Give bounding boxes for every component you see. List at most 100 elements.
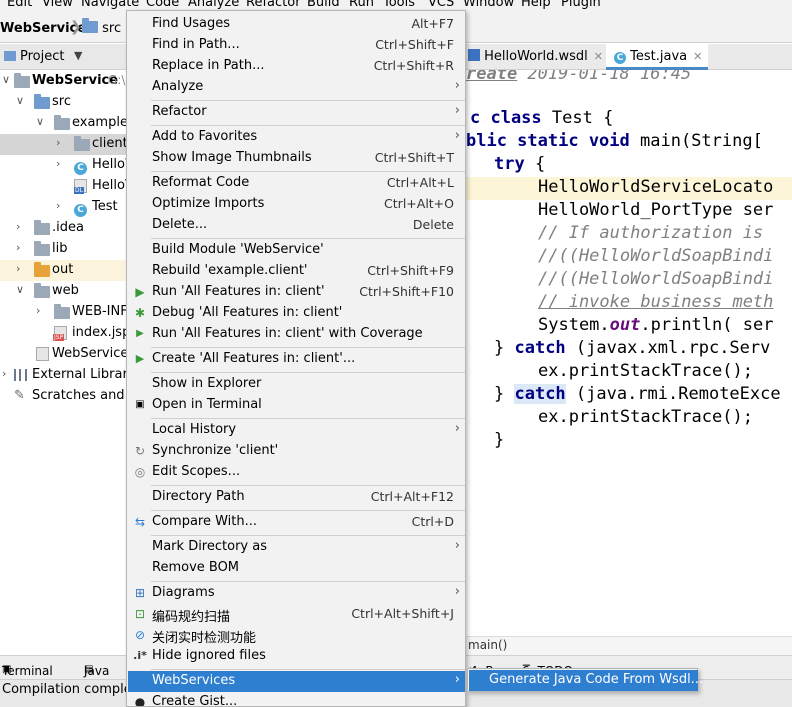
expand-down-icon[interactable]: ∨: [16, 283, 24, 296]
expand-right-icon[interactable]: ›: [2, 367, 6, 380]
expand-down-icon[interactable]: ∨: [36, 115, 44, 128]
menu-item-compare-with[interactable]: ⇆ Compare With... Ctrl+D: [128, 512, 465, 533]
tree-item-lib[interactable]: › lib: [0, 239, 126, 260]
menu-item-code-scan[interactable]: ⊡ 编码规约扫描 Ctrl+Alt+Shift+J: [128, 604, 465, 625]
webservices-submenu: Generate Java Code From Wsdl...: [467, 668, 703, 692]
menu-item-create-gist[interactable]: ● Create Gist...: [128, 692, 465, 707]
debug-icon: ✱: [134, 306, 146, 320]
menu-item-build-module[interactable]: Build Module 'WebService': [128, 240, 465, 261]
menu-analyze[interactable]: Analyze: [188, 0, 239, 10]
tree-item-web-inf[interactable]: › WEB-INF: [0, 302, 126, 323]
menu-plugin[interactable]: Plugin: [561, 0, 601, 10]
code-line: //((HelloWorldSoapBindi: [538, 246, 774, 266]
menu-separator: [151, 485, 465, 486]
menu-item-remove-bom[interactable]: Remove BOM: [128, 558, 465, 579]
menu-item-debug-all-features[interactable]: ✱ Debug 'All Features in: client': [128, 303, 465, 324]
tab-helloworld-wsdl[interactable]: HelloWorld.wsdl ✕: [468, 44, 603, 70]
menu-item-run-with-coverage[interactable]: ▶ Run 'All Features in: client' with Cove…: [128, 324, 465, 345]
project-panel-header: Project ▼: [0, 44, 126, 70]
expand-down-icon[interactable]: ∨: [16, 94, 24, 107]
close-icon[interactable]: ✕: [693, 50, 702, 63]
menu-vcs[interactable]: VCS: [428, 0, 454, 10]
menu-item-refactor[interactable]: Refactor ›: [128, 102, 465, 123]
context-menu: Find Usages Alt+F7 Find in Path... Ctrl+Sh…: [126, 10, 466, 707]
github-icon: ●: [134, 695, 146, 707]
submenu-arrow-icon: ›: [454, 103, 460, 118]
menu-navigate[interactable]: Navigate: [81, 0, 139, 10]
expand-right-icon[interactable]: ›: [56, 199, 60, 212]
project-panel-title[interactable]: Project: [20, 49, 64, 64]
tree-item-webservice[interactable]: ∨ WebService G:\: [0, 71, 126, 92]
menu-item-open-in-terminal[interactable]: ▣ Open in Terminal: [128, 395, 465, 416]
menu-item-show-in-explorer[interactable]: Show in Explorer: [128, 374, 465, 395]
menu-separator: [151, 347, 465, 348]
code-line: // If authorization is: [538, 223, 764, 243]
close-icon[interactable]: ✕: [594, 50, 603, 63]
package-icon: [74, 136, 90, 154]
code-line: blic static void main(String[: [466, 131, 763, 151]
dropdown-arrow-icon[interactable]: ▼: [74, 49, 82, 62]
menu-tools[interactable]: Tools: [383, 0, 415, 10]
tree-item-test[interactable]: › C Test: [0, 197, 126, 218]
menu-item-run-all-features[interactable]: ▶ Run 'All Features in: client' Ctrl+Shift…: [128, 282, 465, 303]
menu-item-add-to-favorites[interactable]: Add to Favorites ›: [128, 127, 465, 148]
menu-item-replace-in-path[interactable]: Replace in Path... Ctrl+Shift+R: [128, 56, 465, 77]
tree-item-hellov[interactable]: HelloV: [0, 176, 126, 197]
nav-src-folder[interactable]: src: [82, 18, 121, 36]
tree-item-webservice-iml[interactable]: WebService.i: [0, 344, 126, 365]
expand-right-icon[interactable]: ›: [16, 262, 20, 275]
menu-item-generate-java-code-from-wsdl[interactable]: Generate Java Code From Wsdl...: [469, 670, 703, 691]
tree-item-external-libraries[interactable]: › External Librarie: [0, 365, 126, 386]
tree-item-web[interactable]: ∨ web: [0, 281, 126, 302]
expand-right-icon[interactable]: ›: [56, 136, 60, 149]
tree-item-client[interactable]: › client: [0, 134, 126, 155]
menu-item-create-config[interactable]: ▶ Create 'All Features in: client'...: [128, 349, 465, 370]
ignored-icon: .i*: [133, 649, 147, 662]
project-icon: [4, 51, 16, 61]
menu-item-mark-directory-as[interactable]: Mark Directory as ›: [128, 537, 465, 558]
tree-item-src[interactable]: ∨ src: [0, 92, 126, 113]
menu-window[interactable]: Window: [463, 0, 514, 10]
menu-item-find-usages[interactable]: Find Usages Alt+F7: [128, 14, 465, 35]
menu-item-optimize-imports[interactable]: Optimize Imports Ctrl+Alt+O: [128, 194, 465, 215]
menu-item-directory-path[interactable]: Directory Path Ctrl+Alt+F12: [128, 487, 465, 508]
menu-edit[interactable]: Edit: [7, 0, 32, 10]
code-line: ex.printStackTrace();: [538, 407, 753, 427]
expand-right-icon[interactable]: ›: [16, 241, 20, 254]
tree-item-out[interactable]: › out: [0, 260, 126, 281]
menu-item-reformat-code[interactable]: Reformat Code Ctrl+Alt+L: [128, 173, 465, 194]
tab-test-java[interactable]: C Test.java ✕: [606, 44, 708, 70]
menu-item-show-image-thumbnails[interactable]: Show Image Thumbnails Ctrl+Shift+T: [128, 148, 465, 169]
menu-item-webservices[interactable]: WebServices ›: [128, 671, 465, 692]
tree-item-scratches[interactable]: ✎ Scratches and C: [0, 386, 126, 407]
submenu-arrow-icon: ›: [454, 78, 460, 93]
tree-item-idea[interactable]: › .idea: [0, 218, 126, 239]
expand-right-icon[interactable]: ›: [36, 304, 40, 317]
menu-item-local-history[interactable]: Local History ›: [128, 420, 465, 441]
submenu-arrow-icon: ›: [454, 584, 460, 599]
menu-refactor[interactable]: Refactor: [246, 0, 301, 10]
menu-item-analyze[interactable]: Analyze ›: [128, 77, 465, 98]
expand-right-icon[interactable]: ›: [56, 157, 60, 170]
tree-item-example[interactable]: ∨ example: [0, 113, 126, 134]
menu-help[interactable]: Help: [521, 0, 551, 10]
expand-down-icon[interactable]: ∨: [2, 73, 10, 86]
menu-view[interactable]: View: [42, 0, 73, 10]
editor-breadcrumb[interactable]: main(): [466, 636, 792, 655]
code-editor[interactable]: reate 2019-01-18 16:45 c class Test { bl…: [466, 70, 792, 636]
expand-right-icon[interactable]: ›: [16, 220, 20, 233]
menu-item-disable-realtime-check[interactable]: ⊘ 关闭实时检测功能: [128, 625, 465, 646]
menu-build[interactable]: Build: [307, 0, 340, 10]
menu-code[interactable]: Code: [146, 0, 179, 10]
menu-item-rebuild[interactable]: Rebuild 'example.client' Ctrl+Shift+F9: [128, 261, 465, 282]
menu-item-edit-scopes[interactable]: ◎ Edit Scopes...: [128, 462, 465, 483]
menu-item-diagrams[interactable]: ⊞ Diagrams ›: [128, 583, 465, 604]
menu-separator: [151, 125, 465, 126]
menu-item-find-in-path[interactable]: Find in Path... Ctrl+Shift+F: [128, 35, 465, 56]
menu-run[interactable]: Run: [349, 0, 374, 10]
menu-item-synchronize[interactable]: ↻ Synchronize 'client': [128, 441, 465, 462]
tree-item-index-jsp[interactable]: index.jsp: [0, 323, 126, 344]
menu-item-hide-ignored-files[interactable]: .i* Hide ignored files: [128, 646, 465, 667]
tree-item-hellow[interactable]: › C HelloW: [0, 155, 126, 176]
menu-item-delete[interactable]: Delete... Delete: [128, 215, 465, 236]
